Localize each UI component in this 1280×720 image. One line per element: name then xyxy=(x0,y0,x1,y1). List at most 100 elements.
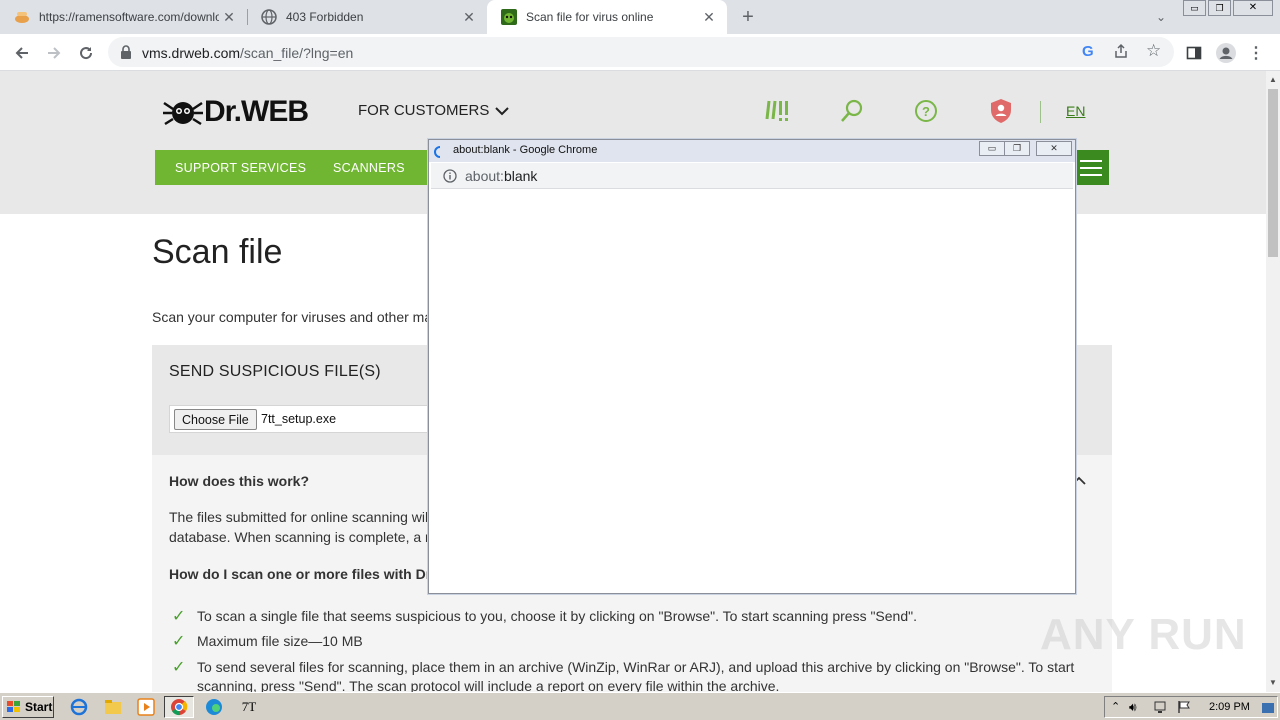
minimize-button[interactable]: ▭ xyxy=(1183,0,1206,16)
list-item-line: To send several files for scanning, plac… xyxy=(197,659,1075,675)
popup-address-bar[interactable]: about:blank xyxy=(431,163,1073,189)
popup-restore-button[interactable]: ❐ xyxy=(1004,141,1030,156)
ramen-favicon-icon xyxy=(14,9,30,25)
drweb-logo[interactable]: Dr.WEB xyxy=(162,95,309,129)
faq-answer-line: database. When scanning is complete, a r… xyxy=(169,529,428,545)
faq-answer-line: The files submitted for online scanning … xyxy=(169,509,428,525)
scrollbar-thumb[interactable] xyxy=(1268,89,1278,257)
forward-icon[interactable] xyxy=(43,42,65,64)
url-text: vms.drweb.com/scan_file/?lng=en xyxy=(142,45,353,61)
alerts-icon[interactable] xyxy=(764,97,792,125)
side-panel-icon[interactable] xyxy=(1183,42,1205,64)
start-label: Start xyxy=(25,700,53,714)
chevron-down-icon xyxy=(495,106,510,115)
tab-close-icon[interactable]: ✕ xyxy=(459,9,479,26)
url-path: /scan_file/?lng=en xyxy=(240,45,354,61)
menu-kebab-icon[interactable]: ⋮ xyxy=(1245,42,1267,64)
reload-icon[interactable] xyxy=(75,42,97,64)
tab-close-icon[interactable]: ✕ xyxy=(699,9,719,26)
restore-button[interactable]: ❐ xyxy=(1208,0,1231,16)
list-item: ✓ Maximum file size—10 MB xyxy=(172,632,363,651)
popup-url-rest: blank xyxy=(503,168,538,184)
vertical-scrollbar[interactable]: ▲ ▼ xyxy=(1266,71,1280,692)
url-host: vms.drweb.com xyxy=(142,45,241,61)
tab-title: https://ramensoftware.com/downlo xyxy=(39,10,219,24)
system-tray: ⌃ 🔊︎ 2:09 PM xyxy=(1104,696,1278,718)
windows-logo-icon xyxy=(7,701,20,712)
tab-strip: https://ramensoftware.com/downlo ✕ 403 F… xyxy=(0,0,1280,34)
share-icon[interactable] xyxy=(1113,43,1129,64)
loading-spinner-icon xyxy=(434,145,446,163)
clock: 2:09 PM xyxy=(1209,701,1250,713)
chosen-file-name: 7tt_setup.exe xyxy=(261,412,337,426)
flag-icon[interactable] xyxy=(1177,700,1191,719)
faq-question-multiple: How do I scan one or more files with Dr.… xyxy=(169,566,428,582)
bookmark-star-icon[interactable]: ☆ xyxy=(1146,41,1161,61)
tab-title: Scan file for virus online xyxy=(526,10,654,24)
list-item-line: scanning, press "Send". The scan protoco… xyxy=(197,678,780,692)
faq-question-how[interactable]: How does this work? xyxy=(169,473,309,489)
info-icon[interactable] xyxy=(443,169,457,188)
choose-file-button[interactable]: Choose File xyxy=(174,409,257,430)
tab-scan-file[interactable]: Scan file for virus online ✕ xyxy=(487,0,727,34)
edge-icon[interactable] xyxy=(199,696,229,718)
checkmark-icon: ✓ xyxy=(172,659,186,676)
tab-search-icon[interactable]: ⌄ xyxy=(1150,6,1172,28)
show-desktop-icon[interactable] xyxy=(1261,701,1275,719)
internet-explorer-icon[interactable] xyxy=(64,696,94,718)
profile-avatar-icon[interactable] xyxy=(1215,42,1237,64)
intro-text: Scan your computer for viruses and other… xyxy=(152,309,428,325)
tab-close-icon[interactable]: ✕ xyxy=(219,9,239,26)
logo-text: Dr.WEB xyxy=(204,95,309,128)
back-icon[interactable] xyxy=(11,42,33,64)
tab-ramensoftware[interactable]: https://ramensoftware.com/downlo ✕ xyxy=(0,0,247,34)
address-bar[interactable]: vms.drweb.com/scan_file/?lng=en G ☆ xyxy=(108,37,1174,67)
help-icon[interactable]: ? xyxy=(912,97,940,125)
scroll-up-icon[interactable]: ▲ xyxy=(1266,73,1280,87)
list-item-text: To scan a single file that seems suspici… xyxy=(197,608,917,624)
list-item: ✓ To scan a single file that seems suspi… xyxy=(172,607,917,626)
window-controls: ▭ ❐ ✕ xyxy=(1183,0,1278,18)
popup-close-button[interactable]: ✕ xyxy=(1036,141,1072,156)
new-tab-icon[interactable]: + xyxy=(737,6,759,28)
media-player-icon[interactable] xyxy=(131,696,161,718)
popup-titlebar[interactable]: about:blank - Google Chrome ▭ ❐ ✕ xyxy=(429,140,1075,162)
browser-toolbar: vms.drweb.com/scan_file/?lng=en G ☆ ⋮ xyxy=(0,34,1280,71)
tray-expand-icon[interactable]: ⌃ xyxy=(1111,700,1120,713)
globe-icon xyxy=(261,9,277,25)
popup-window: about:blank - Google Chrome ▭ ❐ ✕ about:… xyxy=(428,139,1076,594)
tab-title: 403 Forbidden xyxy=(286,10,364,24)
nav-support-services[interactable]: SUPPORT SERVICES xyxy=(175,161,306,175)
list-item: ✓ To send several files for scanning, pl… xyxy=(172,658,1074,692)
checkmark-icon: ✓ xyxy=(172,633,186,650)
hamburger-menu-icon[interactable] xyxy=(1072,150,1109,185)
divider xyxy=(1040,101,1041,123)
account-shield-icon[interactable] xyxy=(987,97,1015,125)
spider-logo-icon xyxy=(163,101,203,126)
for-customers-label: FOR CUSTOMERS xyxy=(358,102,490,119)
start-button[interactable]: Start xyxy=(2,696,54,718)
checkmark-icon: ✓ xyxy=(172,608,186,625)
nav-scanners[interactable]: SCANNERS xyxy=(333,161,405,175)
close-window-button[interactable]: ✕ xyxy=(1233,0,1273,16)
popup-minimize-button[interactable]: ▭ xyxy=(979,141,1005,156)
tab-403-forbidden[interactable]: 403 Forbidden ✕ xyxy=(247,0,487,34)
send-files-title: SEND SUSPICIOUS FILE(S) xyxy=(169,363,381,380)
for-customers-menu[interactable]: FOR CUSTOMERS xyxy=(358,102,510,119)
list-item-text: To send several files for scanning, plac… xyxy=(197,658,1074,692)
svg-text:?: ? xyxy=(922,104,930,119)
language-switcher[interactable]: EN xyxy=(1066,103,1085,119)
file-explorer-icon[interactable] xyxy=(98,696,128,718)
page-title: Scan file xyxy=(152,233,283,271)
popup-url-prefix: about: xyxy=(465,168,504,184)
list-item-text: Maximum file size—10 MB xyxy=(197,633,363,649)
drweb-favicon-icon xyxy=(501,9,517,25)
scroll-down-icon[interactable]: ▼ xyxy=(1266,676,1280,690)
google-icon[interactable]: G xyxy=(1082,43,1094,60)
network-icon[interactable] xyxy=(1153,700,1167,719)
search-icon[interactable] xyxy=(838,97,866,125)
chrome-taskbar-icon[interactable] xyxy=(164,696,194,718)
lock-icon[interactable] xyxy=(120,45,132,64)
7tt-app-icon[interactable]: 7T xyxy=(234,696,264,718)
volume-icon[interactable]: 🔊︎ xyxy=(1129,700,1137,715)
